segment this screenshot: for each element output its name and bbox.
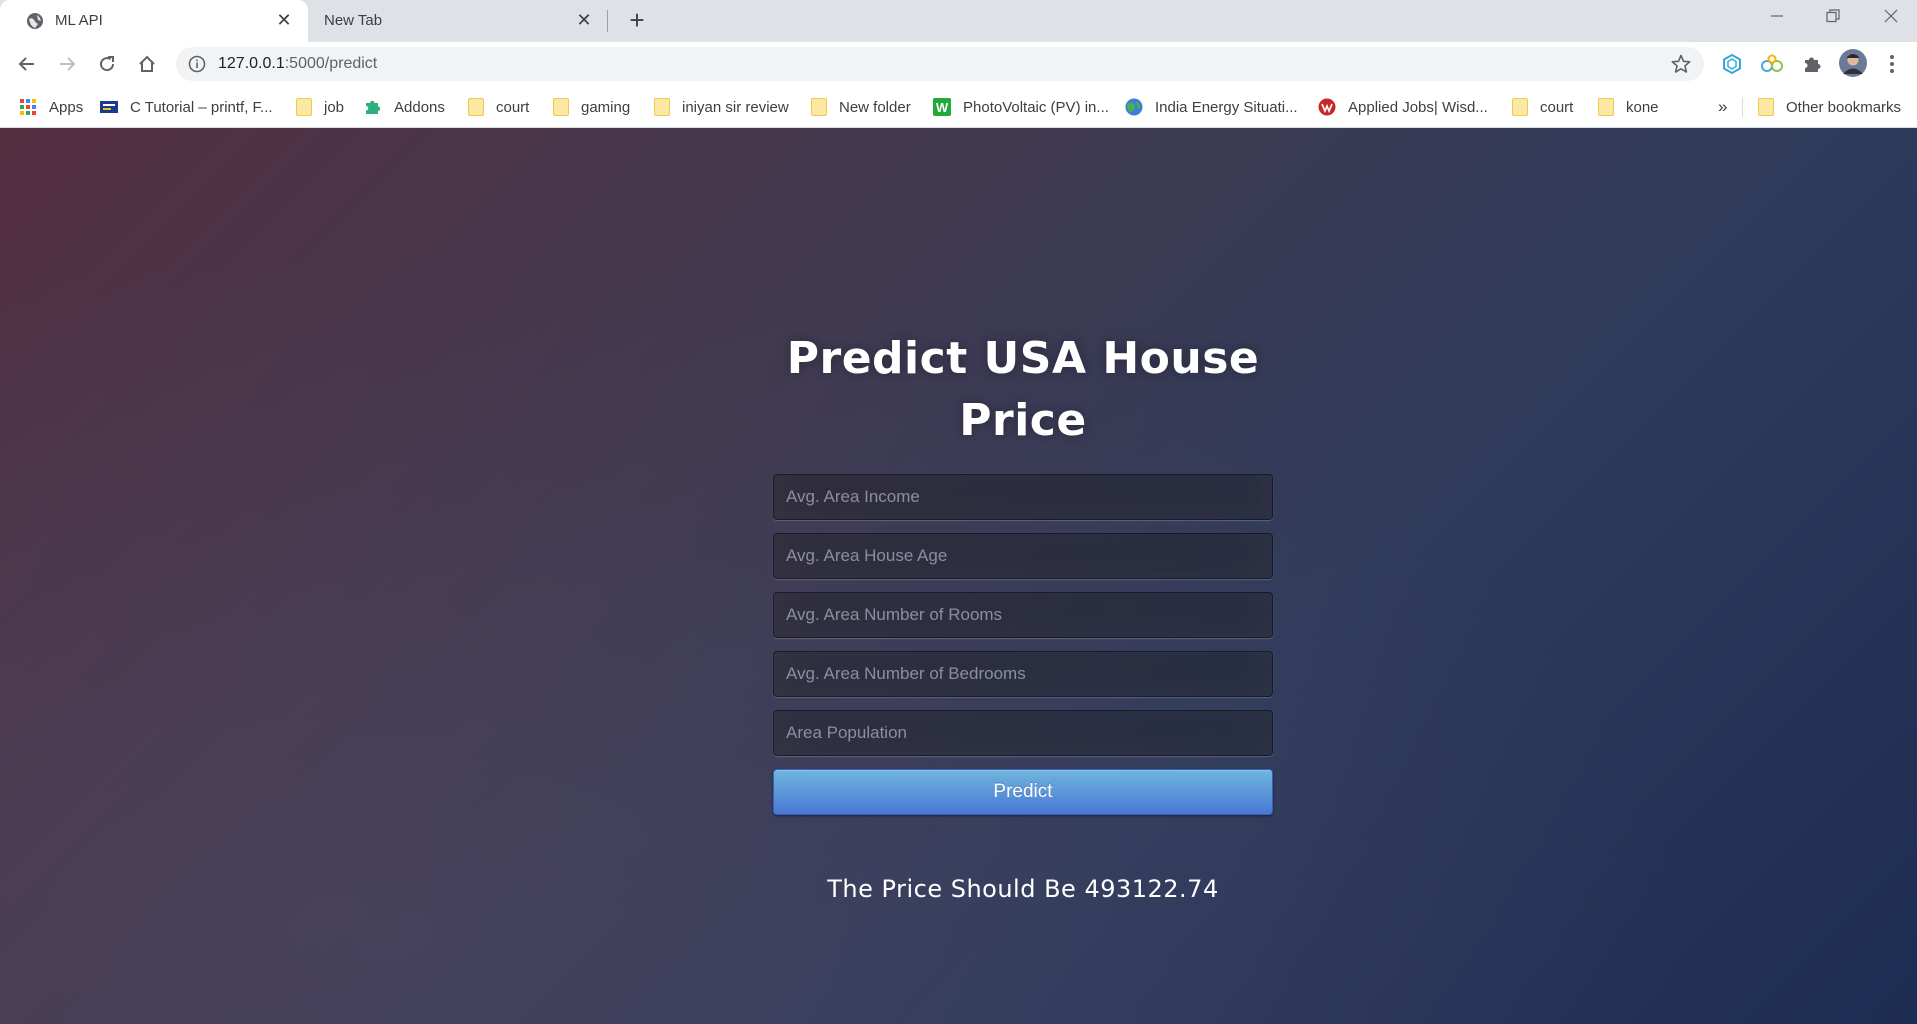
reload-icon[interactable] (91, 48, 123, 80)
bookmark-label: PhotoVoltaic (PV) in... (963, 98, 1109, 116)
tab-new-tab[interactable]: New Tab ✕ (310, 0, 608, 42)
bookmark-applied-jobs[interactable]: Applied Jobs| Wisd... (1318, 95, 1488, 119)
bookmark-label: Apps (49, 98, 84, 116)
bookmark-label: iniyan sir review (682, 98, 789, 116)
page-viewport: Predict USA House Price Predict The Pric… (0, 128, 1917, 1024)
predict-form: Predict (773, 474, 1273, 815)
restore-icon[interactable] (1813, 4, 1853, 34)
folder-icon (1512, 98, 1528, 116)
folder-icon (296, 98, 312, 116)
folder-icon (553, 98, 569, 116)
close-icon[interactable]: ✕ (274, 10, 294, 30)
site-icon (100, 101, 118, 113)
more-bookmarks-chevron[interactable]: » (1718, 95, 1727, 119)
predict-button[interactable]: Predict (773, 769, 1273, 815)
new-tab-icon[interactable]: + (624, 7, 650, 34)
puzzle-icon (366, 100, 381, 114)
url-path: :5000/predict (284, 55, 378, 72)
bookmark-label: court (496, 98, 530, 116)
more-menu-icon[interactable] (1880, 52, 1904, 76)
area-population-input[interactable] (773, 710, 1273, 756)
globe-icon (27, 13, 43, 29)
svg-text:W: W (936, 100, 949, 115)
apps-grid-icon (20, 99, 36, 115)
bookmark-gaming[interactable]: gaming (553, 95, 630, 119)
bookmark-india-energy[interactable]: India Energy Situati... (1125, 95, 1298, 119)
profile-avatar-icon[interactable] (1838, 48, 1868, 78)
window-close-icon[interactable] (1871, 4, 1911, 34)
bookmark-c-tutorial[interactable]: C Tutorial – printf, F... (100, 95, 273, 119)
home-icon[interactable] (131, 48, 163, 80)
globe-icon (1125, 98, 1143, 116)
tab-separator (607, 10, 608, 32)
predict-form-container: Predict USA House Price Predict The Pric… (773, 328, 1273, 903)
avg-area-house-age-input[interactable] (773, 533, 1273, 579)
bookmark-job[interactable]: job (296, 95, 344, 119)
bookmark-label: India Energy Situati... (1155, 98, 1298, 116)
bookmark-label: kone (1626, 98, 1659, 116)
folder-icon (654, 98, 670, 116)
bookmarks-bar: Apps C Tutorial – printf, F... job Addon… (0, 86, 1917, 128)
prediction-result: The Price Should Be 493122.74 (827, 875, 1219, 903)
bookmark-addons[interactable]: Addons (364, 95, 445, 119)
browser-toolbar: 127.0.0.1:5000/predict (0, 42, 1917, 86)
bookmark-iniyan-sir-review[interactable]: iniyan sir review (654, 95, 789, 119)
close-icon[interactable]: ✕ (574, 10, 594, 30)
page-title: Predict USA House Price (786, 333, 1260, 446)
minimize-icon[interactable] (1757, 4, 1797, 34)
extension-link-icon[interactable] (1760, 52, 1784, 76)
bookmark-star-icon[interactable] (1670, 53, 1692, 75)
avg-area-rooms-input[interactable] (773, 592, 1273, 638)
bookmark-label: Addons (394, 98, 445, 116)
bookmark-court[interactable]: court (468, 95, 529, 119)
extension-hex-icon[interactable] (1720, 52, 1744, 76)
back-icon[interactable] (11, 48, 43, 80)
bookmark-label: court (1540, 98, 1574, 116)
folder-icon (811, 98, 827, 116)
address-bar[interactable]: 127.0.0.1:5000/predict (176, 47, 1704, 81)
forward-icon[interactable] (51, 48, 83, 80)
folder-icon (1598, 98, 1614, 116)
bookmark-label: gaming (581, 98, 631, 116)
site-w-icon: W (933, 98, 951, 116)
bookmark-court-2[interactable]: court (1512, 95, 1573, 119)
tab-title: ML API (55, 12, 103, 29)
url-host: 127.0.0.1 (218, 55, 285, 72)
tab-ml-api[interactable]: ML API ✕ (0, 0, 308, 42)
bookmark-kone[interactable]: kone (1598, 95, 1659, 119)
folder-icon (468, 98, 484, 116)
tab-strip: ML API ✕ New Tab ✕ + (0, 0, 1917, 42)
bookmark-photovoltaic[interactable]: W PhotoVoltaic (PV) in... (933, 95, 1109, 119)
folder-icon (1758, 98, 1774, 116)
bookmark-label: New folder (839, 98, 911, 116)
avg-area-bedrooms-input[interactable] (773, 651, 1273, 697)
avg-area-income-input[interactable] (773, 474, 1273, 520)
bookmark-new-folder[interactable]: New folder (811, 95, 911, 119)
bookmark-apps[interactable]: Apps (19, 95, 83, 119)
info-icon[interactable] (188, 55, 206, 73)
bookmark-label: Applied Jobs| Wisd... (1348, 98, 1488, 116)
bookmark-label: C Tutorial – printf, F... (130, 98, 273, 116)
bookmark-label: job (324, 98, 345, 116)
bookmark-other-bookmarks[interactable]: Other bookmarks (1758, 95, 1901, 119)
url-text: 127.0.0.1:5000/predict (218, 55, 377, 73)
tab-title: New Tab (324, 12, 383, 29)
site-red-icon (1318, 98, 1336, 116)
bookmark-label: Other bookmarks (1786, 98, 1902, 116)
extensions-puzzle-icon[interactable] (1800, 52, 1824, 76)
bookmarks-divider (1742, 97, 1743, 117)
